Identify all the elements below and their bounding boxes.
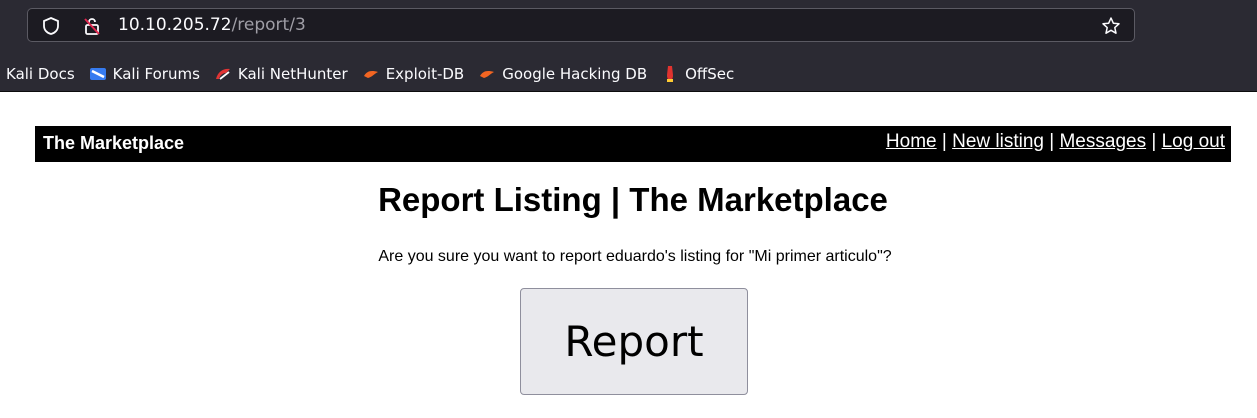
bookmark-label: Kali Docs xyxy=(6,64,75,83)
kali-forums-icon xyxy=(89,65,107,83)
offsec-icon xyxy=(661,65,679,83)
nav-new-listing-link[interactable]: New listing xyxy=(952,131,1044,152)
bookmark-google-hacking-db[interactable]: Google Hacking DB xyxy=(478,65,647,83)
nav-separator: | xyxy=(941,131,953,152)
bookmark-offsec[interactable]: OffSec xyxy=(661,65,734,83)
bookmark-label: Kali Forums xyxy=(112,64,200,83)
url-host: 10.10.205.72 xyxy=(118,15,232,35)
bookmark-label: Kali NetHunter xyxy=(237,64,348,83)
url-text[interactable]: 10.10.205.72/report/3 xyxy=(118,15,306,35)
bookmark-kali-docs[interactable]: Kali Docs xyxy=(6,65,75,83)
site-brand: The Marketplace xyxy=(43,133,185,153)
bookmark-exploit-db[interactable]: Exploit-DB xyxy=(362,64,465,83)
insecure-lock-icon[interactable] xyxy=(82,16,102,40)
report-button[interactable]: Report xyxy=(520,288,748,395)
nav-separator: | xyxy=(1049,131,1060,152)
page-title: Report Listing | The Marketplace xyxy=(378,181,888,218)
exploit-db-icon xyxy=(362,65,380,83)
browser-toolbar: 10.10.205.72/report/3 xyxy=(0,0,1257,56)
site-nav: Home | New listing | Messages | Log out xyxy=(886,131,1225,153)
nethunter-icon xyxy=(214,65,232,83)
bookmark-star-icon[interactable] xyxy=(1101,16,1121,40)
ghdb-icon xyxy=(478,65,496,83)
nav-logout-link[interactable]: Log out xyxy=(1162,131,1225,152)
bookmark-label: OffSec xyxy=(685,64,735,83)
bookmark-kali-nethunter[interactable]: Kali NetHunter xyxy=(214,65,348,83)
site-header: The Marketplace Home | New listing | Mes… xyxy=(35,126,1231,162)
nav-separator: | xyxy=(1151,131,1162,152)
nav-messages-link[interactable]: Messages xyxy=(1059,131,1146,152)
bookmarks-bar: Kali Docs Kali Forums Kali NetHunter Exp… xyxy=(0,56,1257,92)
bookmark-kali-forums[interactable]: Kali Forums xyxy=(89,65,200,83)
nav-home-link[interactable]: Home xyxy=(886,131,937,152)
bookmark-label: Google Hacking DB xyxy=(502,64,648,83)
address-bar[interactable]: 10.10.205.72/report/3 xyxy=(27,8,1135,42)
url-path: /report/3 xyxy=(231,15,306,35)
bookmark-label: Exploit-DB xyxy=(385,64,465,83)
shield-icon[interactable] xyxy=(41,16,61,40)
report-confirmation-text: Are you sure you want to report eduardo'… xyxy=(378,248,892,265)
